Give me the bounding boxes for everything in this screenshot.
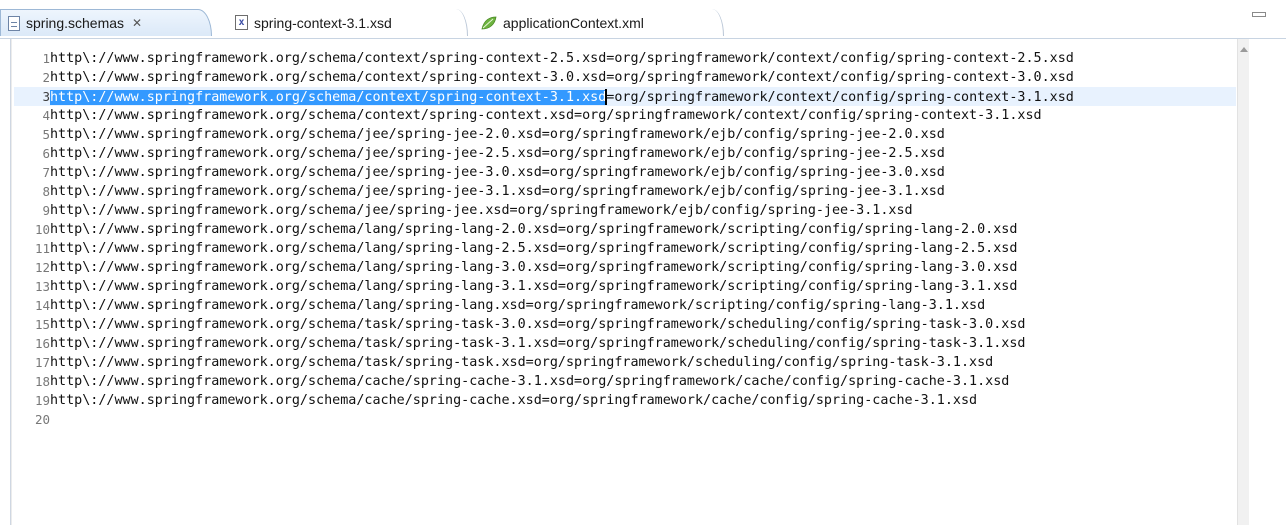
close-icon[interactable]: ✕	[132, 16, 142, 30]
code-line[interactable]: 7 http\://www.springframework.org/schema/…	[14, 163, 1236, 182]
line-text[interactable]: http\://www.springframework.org/schema/l…	[50, 279, 1017, 294]
line-text[interactable]: http\://www.springframework.org/schema/c…	[50, 51, 1074, 66]
tab-spring-schemas[interactable]: spring.schemas ✕	[0, 9, 212, 36]
code-line[interactable]: 16 http\://www.springframework.org/schema…	[14, 334, 1236, 353]
minimize-icon[interactable]	[1252, 12, 1266, 17]
code-line[interactable]: 12 http\://www.springframework.org/schema…	[14, 258, 1236, 277]
tab-application-context-xml[interactable]: applicationContext.xml	[474, 9, 720, 36]
scroll-up-arrow-icon[interactable]	[1240, 47, 1248, 52]
line-text[interactable]: http\://www.springframework.org/schema/l…	[50, 222, 1017, 237]
code-line[interactable]: 4 http\://www.springframework.org/schema/…	[14, 106, 1236, 125]
code-line[interactable]: 10 http\://www.springframework.org/schema…	[14, 220, 1236, 239]
line-text[interactable]: http\://www.springframework.org/schema/t…	[50, 355, 993, 370]
line-number: 4	[42, 108, 50, 123]
line-text[interactable]: http\://www.springframework.org/schema/c…	[50, 108, 1042, 123]
line-number: 3	[42, 89, 50, 104]
line-number: 5	[42, 127, 50, 142]
line-text[interactable]: http\://www.springframework.org/schema/l…	[50, 260, 1017, 275]
code-line[interactable]: 13 http\://www.springframework.org/schema…	[14, 277, 1236, 296]
tab-label: applicationContext.xml	[503, 14, 644, 31]
code-line[interactable]: 9 http\://www.springframework.org/schema/…	[14, 201, 1236, 220]
tab-spring-context-xsd[interactable]: x spring-context-3.1.xsd	[228, 9, 464, 36]
line-text[interactable]: http\://www.springframework.org/schema/j…	[50, 184, 945, 199]
line-number: 14	[34, 298, 50, 313]
line-number: 1	[42, 51, 50, 66]
code-line[interactable]: 1 http\://www.springframework.org/schema/…	[14, 49, 1236, 68]
tab-label: spring-context-3.1.xsd	[254, 14, 392, 31]
code-line[interactable]: 17 http\://www.springframework.org/schema…	[14, 353, 1236, 372]
code-line[interactable]: 18 http\://www.springframework.org/schema…	[14, 372, 1236, 391]
line-number: 20	[34, 412, 50, 427]
line-text[interactable]: http\://www.springframework.org/schema/j…	[50, 165, 945, 180]
line-number: 7	[42, 165, 50, 180]
line-text[interactable]: http\://www.springframework.org/schema/j…	[50, 146, 945, 161]
text-editor[interactable]: 1 http\://www.springframework.org/schema/…	[0, 38, 1286, 525]
editor-lines[interactable]: 1 http\://www.springframework.org/schema/…	[14, 49, 1236, 429]
line-number: 9	[42, 203, 50, 218]
code-line[interactable]: 8 http\://www.springframework.org/schema/…	[14, 182, 1236, 201]
text-file-icon	[8, 15, 20, 31]
line-number: 17	[34, 355, 50, 370]
code-line[interactable]: 14 http\://www.springframework.org/schema…	[14, 296, 1236, 315]
code-line[interactable]: 20	[14, 410, 1236, 429]
line-number: 6	[42, 146, 50, 161]
line-number: 10	[34, 222, 50, 237]
ruler	[11, 39, 12, 525]
line-text[interactable]: http\://www.springframework.org/schema/l…	[50, 241, 1017, 256]
code-line[interactable]: 15 http\://www.springframework.org/schema…	[14, 315, 1236, 334]
line-number: 8	[42, 184, 50, 199]
line-text[interactable]: http\://www.springframework.org/schema/t…	[50, 317, 1025, 332]
line-text[interactable]: http\://www.springframework.org/schema/c…	[50, 393, 977, 408]
line-text[interactable]: http\://www.springframework.org/schema/c…	[50, 70, 1074, 85]
code-line[interactable]: 6 http\://www.springframework.org/schema/…	[14, 144, 1236, 163]
overview-ruler	[1249, 39, 1286, 525]
xsd-file-icon: x	[235, 15, 248, 30]
code-line[interactable]: 5 http\://www.springframework.org/schema/…	[14, 125, 1236, 144]
line-text[interactable]: http\://www.springframework.org/schema/j…	[50, 127, 945, 142]
line-number: 19	[34, 393, 50, 408]
tab-label: spring.schemas	[26, 15, 125, 31]
line-text-rest: =org/springframework/context/config/spri…	[606, 89, 1074, 105]
line-number: 2	[42, 70, 50, 85]
code-line[interactable]: 3 http\://www.springframework.org/schema/…	[14, 87, 1236, 106]
selected-text[interactable]: http\://www.springframework.org/schema/c…	[50, 89, 607, 105]
line-number: 13	[34, 279, 50, 294]
line-number: 12	[34, 260, 50, 275]
code-line[interactable]: 19 http\://www.springframework.org/schema…	[14, 391, 1236, 410]
line-text[interactable]: http\://www.springframework.org/schema/l…	[50, 298, 985, 313]
line-number: 15	[34, 317, 50, 332]
line-number: 18	[34, 374, 50, 389]
eclipse-editor-window: spring.schemas ✕ x spring-context-3.1.xs…	[0, 0, 1286, 525]
line-number: 16	[34, 336, 50, 351]
line-text[interactable]: http\://www.springframework.org/schema/t…	[50, 336, 1025, 351]
code-line[interactable]: 2 http\://www.springframework.org/schema/…	[14, 68, 1236, 87]
line-number: 11	[34, 241, 50, 256]
vertical-scrollbar[interactable]	[1237, 39, 1249, 525]
line-text[interactable]: http\://www.springframework.org/schema/j…	[50, 203, 913, 218]
code-line[interactable]: 11 http\://www.springframework.org/schema…	[14, 239, 1236, 258]
spring-leaf-icon	[481, 16, 497, 30]
line-text[interactable]: http\://www.springframework.org/schema/c…	[50, 88, 1074, 105]
line-text[interactable]: http\://www.springframework.org/schema/c…	[50, 374, 1009, 389]
editor-tab-bar: spring.schemas ✕ x spring-context-3.1.xs…	[0, 0, 1286, 38]
